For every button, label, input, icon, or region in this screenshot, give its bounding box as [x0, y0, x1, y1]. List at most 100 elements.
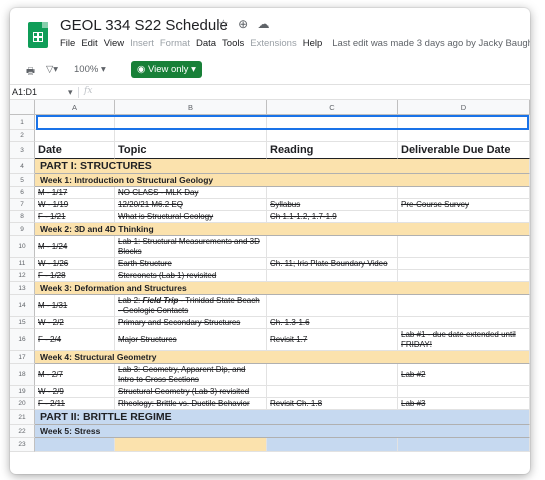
cell-a20[interactable]: F - 2/11	[35, 398, 115, 410]
last-edit-link[interactable]: Last edit was made 3 days ago by Jacky B…	[332, 38, 530, 49]
cell-a3[interactable]: Date	[35, 142, 115, 159]
cell-d7[interactable]: Pre-Course Survey	[398, 199, 530, 211]
row-number[interactable]: 19	[10, 386, 35, 398]
week-heading[interactable]: Week 5: Stress	[35, 425, 530, 438]
week-heading[interactable]: Week 1: Introduction to Structural Geolo…	[35, 174, 530, 187]
row-number[interactable]: 3	[10, 142, 35, 159]
move-icon[interactable]: ⊕	[238, 17, 248, 31]
week-heading[interactable]: Week 4: Structural Geometry	[35, 351, 530, 364]
menu-tools[interactable]: Tools	[222, 38, 244, 49]
cell-d15[interactable]	[398, 317, 530, 329]
cell-a7[interactable]: W - 1/19	[35, 199, 115, 211]
printer-icon[interactable]: 🖶	[26, 64, 35, 80]
menu-edit[interactable]: Edit	[81, 38, 97, 49]
cell-a16[interactable]: F - 2/4	[35, 329, 115, 351]
row-number[interactable]: 1	[10, 115, 35, 130]
row-number[interactable]: 17	[10, 351, 35, 364]
week-heading[interactable]: Week 2: 3D and 4D Thinking	[35, 223, 530, 236]
row-number[interactable]: 4	[10, 159, 35, 174]
cell-a6[interactable]: M - 1/17	[35, 187, 115, 199]
cell-d19[interactable]	[398, 386, 530, 398]
cell-a19[interactable]: W - 2/9	[35, 386, 115, 398]
row-number[interactable]: 5	[10, 174, 35, 187]
cell-a10[interactable]: M - 1/24	[35, 236, 115, 258]
cell-a14[interactable]: M - 1/31	[35, 295, 115, 317]
cell-b6[interactable]: NO CLASS - MLK Day	[115, 187, 267, 199]
menu-insert[interactable]: Insert	[130, 38, 154, 49]
cell-d16[interactable]: Lab #1 - due date extended until FRIDAY!	[398, 329, 530, 351]
cell-d6[interactable]	[398, 187, 530, 199]
menu-view[interactable]: View	[104, 38, 124, 49]
cell-b7[interactable]: 12/20/21 M6.2 EQ	[115, 199, 267, 211]
star-icon[interactable]: ☆	[218, 17, 229, 31]
cell-c6[interactable]	[267, 187, 398, 199]
cell-d23[interactable]	[398, 438, 530, 452]
menu-help[interactable]: Help	[303, 38, 323, 49]
chevron-down-icon[interactable]: ▾	[68, 87, 73, 98]
name-box[interactable]: A1:D1	[12, 87, 37, 97]
row-number[interactable]: 11	[10, 258, 35, 270]
cell-c14[interactable]	[267, 295, 398, 317]
cell-d10[interactable]	[398, 236, 530, 258]
cell-b14[interactable]: Lab 2: Field Trip - Trinidad State Beach…	[115, 295, 267, 317]
row-number[interactable]: 12	[10, 270, 35, 282]
cell-b8[interactable]: What is Structural Geology	[115, 211, 267, 223]
cell-c8[interactable]: Ch 1.1-1.2, 1.7-1.9	[267, 211, 398, 223]
row-number[interactable]: 7	[10, 199, 35, 211]
cell-a12[interactable]: F - 1/28	[35, 270, 115, 282]
cell-c10[interactable]	[267, 236, 398, 258]
row-number[interactable]: 21	[10, 410, 35, 425]
cell-a15[interactable]: W - 2/2	[35, 317, 115, 329]
cell-d12[interactable]	[398, 270, 530, 282]
filter-icon[interactable]: ▽▾	[46, 64, 58, 75]
week-heading[interactable]: Week 3: Deformation and Structures	[35, 282, 530, 295]
cell-b15[interactable]: Primary and Secondary Structures	[115, 317, 267, 329]
column-header-c[interactable]: C	[267, 100, 398, 115]
row-number[interactable]: 16	[10, 329, 35, 351]
cell-d8[interactable]	[398, 211, 530, 223]
cell-c23[interactable]	[267, 438, 398, 452]
cell-a11[interactable]: W - 1/26	[35, 258, 115, 270]
row-number[interactable]: 22	[10, 425, 35, 438]
cell-b11[interactable]: Earth Structure	[115, 258, 267, 270]
menu-data[interactable]: Data	[196, 38, 216, 49]
cell-c2[interactable]	[267, 130, 398, 142]
row-number[interactable]: 18	[10, 364, 35, 386]
cell-b16[interactable]: Major Structures	[115, 329, 267, 351]
cell-a23[interactable]	[35, 438, 115, 452]
column-header-d[interactable]: D	[398, 100, 530, 115]
cell-c16[interactable]: Revisit 1.7	[267, 329, 398, 351]
cell-b2[interactable]	[115, 130, 267, 142]
row-number[interactable]: 2	[10, 130, 35, 142]
doc-title[interactable]: GEOL 334 S22 Schedule	[60, 17, 228, 34]
cell-b23[interactable]	[115, 438, 267, 452]
zoom-select[interactable]: 100% ▾	[74, 64, 106, 75]
row-number[interactable]: 23	[10, 438, 35, 452]
sheet-grid[interactable]: A B C D 1 2 3 Date Topic Reading Deliverable D…	[10, 100, 530, 474]
cell-a18[interactable]: M - 2/7	[35, 364, 115, 386]
menu-format[interactable]: Format	[160, 38, 190, 49]
cell-d20[interactable]: Lab #3	[398, 398, 530, 410]
cell-b18[interactable]: Lab 3: Geometry, Apparent Dip, and Intro…	[115, 364, 267, 386]
cell-b12[interactable]: Stereonets (Lab 1) revisited	[115, 270, 267, 282]
cell-d14[interactable]	[398, 295, 530, 317]
menu-file[interactable]: File	[60, 38, 75, 49]
row-number[interactable]: 20	[10, 398, 35, 410]
row-number[interactable]: 13	[10, 282, 35, 295]
row-number[interactable]: 6	[10, 187, 35, 199]
row-number[interactable]: 14	[10, 295, 35, 317]
cell-a8[interactable]: F - 1/21	[35, 211, 115, 223]
row-number[interactable]: 8	[10, 211, 35, 223]
view-only-button[interactable]: ◉ View only ▾	[131, 61, 202, 78]
column-header-b[interactable]: B	[115, 100, 267, 115]
cell-c11[interactable]: Ch. 11; Iris Plate Boundary Video	[267, 258, 398, 270]
cloud-status-icon[interactable]: ☁	[258, 17, 270, 31]
row-number[interactable]: 9	[10, 223, 35, 236]
sheets-logo-icon[interactable]	[28, 22, 48, 48]
section-heading[interactable]: PART I: STRUCTURES	[35, 159, 530, 174]
cell-a2[interactable]	[35, 130, 115, 142]
column-header-a[interactable]: A	[35, 100, 115, 115]
cell-c19[interactable]	[267, 386, 398, 398]
row-number[interactable]: 15	[10, 317, 35, 329]
cell-c12[interactable]	[267, 270, 398, 282]
